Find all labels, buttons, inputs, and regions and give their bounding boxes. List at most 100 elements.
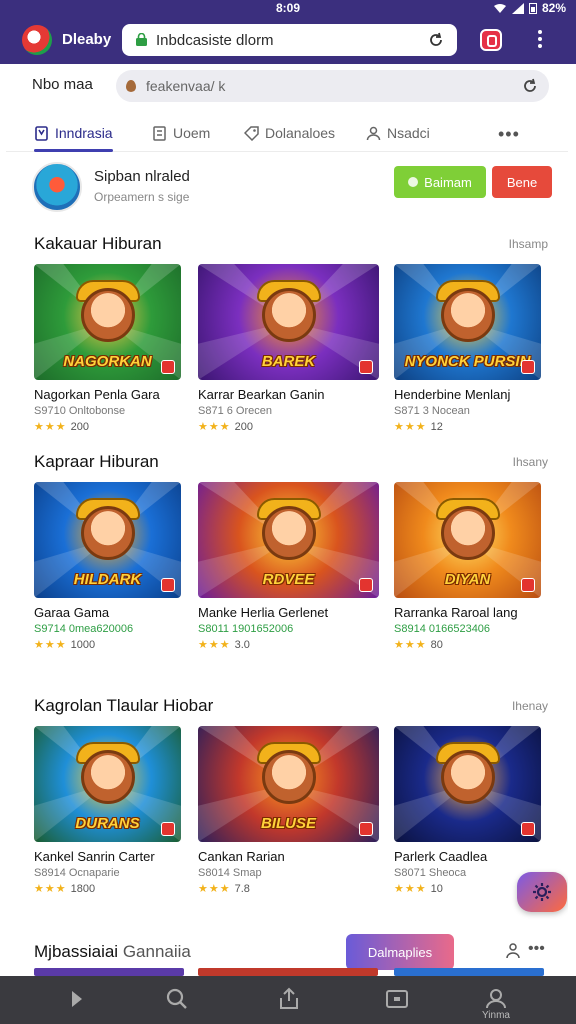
search-box[interactable]	[116, 70, 549, 102]
badge-icon	[161, 578, 175, 592]
primary-button[interactable]: Baimam	[394, 166, 486, 198]
tab-uoem[interactable]: Uoem	[152, 120, 210, 146]
refresh-icon[interactable]	[521, 77, 539, 95]
more-tabs-icon[interactable]: •••	[498, 124, 520, 145]
game-meta: S8914 0166523406	[394, 623, 491, 635]
gear-icon	[533, 883, 551, 901]
game-card[interactable]: BILUSE Cankan Rarian S8014 Smap ★★★ 7.8	[198, 726, 380, 895]
bottom-title-light: Gannaiia	[122, 942, 191, 961]
star-rating-icon: ★★★	[394, 421, 427, 433]
game-card[interactable]: RDVEE Manke Herlia Gerlenet S8011 19016520…	[198, 482, 380, 651]
address-url[interactable]: Inbdcasiste dlorm	[156, 32, 274, 49]
game-logo-text: DURANS	[75, 815, 140, 832]
game-title: Kankel Sanrin Carter	[34, 849, 155, 864]
game-thumbnail[interactable]	[394, 726, 541, 842]
bottom-navigation: Yinma	[0, 976, 576, 1024]
tabs-icon[interactable]	[384, 986, 410, 1012]
share-up-icon[interactable]	[276, 986, 302, 1012]
profile-label: Yinma	[482, 1010, 510, 1021]
browser-logo-icon[interactable]	[22, 25, 52, 55]
tab-label: Uoem	[173, 125, 211, 141]
status-icons: 82%	[493, 1, 566, 15]
person-icon	[366, 126, 381, 140]
game-thumbnail[interactable]: BILUSE	[198, 726, 379, 842]
web-page: Nbo maa Inndrasia Uoem Dolanaloes Nsadci…	[6, 64, 568, 976]
profile-icon[interactable]	[483, 986, 509, 1012]
browser-menu-icon[interactable]	[534, 28, 546, 52]
share-icon[interactable]	[504, 942, 522, 960]
lock-icon	[136, 33, 147, 46]
tab-nsadci[interactable]: Nsadci	[366, 120, 430, 146]
bookmark-icon	[35, 125, 48, 141]
game-thumbnail[interactable]: DURANS	[34, 726, 181, 842]
back-icon[interactable]	[64, 986, 90, 1012]
tab-label: Dolanaloes	[265, 125, 336, 141]
game-card[interactable]: Parlerk Caadlea S8071 Sheoca ★★★ 10	[394, 726, 546, 895]
card-row: NAGORKAN Nagorkan Penla Gara S9710 Onltobo…	[34, 264, 548, 450]
tabs-button[interactable]	[480, 29, 502, 51]
tab-dolanaloes[interactable]: Dolanaloes	[244, 120, 335, 146]
game-thumbnail[interactable]: BAREK	[198, 264, 379, 380]
game-card[interactable]: DIYAN Rarranka Raroal lang S8914 016652340…	[394, 482, 546, 651]
game-thumbnail[interactable]: NAGORKAN	[34, 264, 181, 380]
badge-icon	[359, 578, 373, 592]
avatar[interactable]	[32, 162, 82, 212]
search-icon[interactable]	[164, 986, 190, 1012]
rating-count: 80	[430, 639, 443, 651]
game-logo-text: HILDARK	[73, 571, 142, 588]
search-input[interactable]	[146, 76, 506, 96]
game-meta: S871 6 Orecen	[198, 405, 272, 417]
tab-label: Inndrasia	[55, 125, 113, 141]
game-thumbnail[interactable]: DIYAN	[394, 482, 541, 598]
wifi-icon	[493, 3, 506, 13]
game-card[interactable]: DURANS Kankel Sanrin Carter S8914 Ocnapari…	[34, 726, 186, 895]
document-icon	[153, 125, 166, 141]
section-title: Kakauar Hiburan	[34, 234, 162, 253]
category-tabs: Inndrasia Uoem Dolanaloes Nsadci •••	[6, 116, 568, 152]
profile-card: Sipban nlraled Orpeamern s sige Baimam B…	[32, 160, 552, 216]
game-meta: S8011 1901652006	[198, 623, 294, 635]
profile-name: Sipban nlraled	[94, 168, 190, 185]
bottom-section-title: Mjbassiaiai Gannaiia	[34, 942, 191, 962]
game-card[interactable]: HILDARK Garaa Gama S9714 0mea620006 ★★★ 1000	[34, 482, 186, 651]
secondary-button[interactable]: Bene	[492, 166, 552, 198]
game-rating: ★★★ 1800	[34, 882, 186, 895]
browser-toolbar: Dleaby Inbdcasiste dlorm	[0, 16, 576, 64]
game-thumbnail[interactable]: HILDARK	[34, 482, 181, 598]
game-logo-text: DIYAN	[444, 571, 491, 588]
reload-icon[interactable]	[427, 31, 445, 49]
game-card[interactable]: BAREK Karrar Bearkan Ganin S871 6 Orecen ★★…	[198, 264, 380, 433]
game-card[interactable]: NYONCK PURSIN Henderbine Menlanj S871 3 No…	[394, 264, 546, 433]
game-title: Rarranka Raroal lang	[394, 605, 518, 620]
address-bar[interactable]: Inbdcasiste dlorm	[122, 24, 457, 56]
star-rating-icon: ★★★	[198, 421, 231, 433]
game-card[interactable]: NAGORKAN Nagorkan Penla Gara S9710 Onltobo…	[34, 264, 186, 433]
tab-inndrasia[interactable]: Inndrasia	[34, 120, 113, 152]
floating-action-button[interactable]	[517, 872, 567, 912]
section-more-link[interactable]: Ihsany	[513, 455, 548, 469]
game-character-graphic	[261, 750, 316, 804]
game-rating: ★★★ 7.8	[198, 882, 380, 895]
game-character-graphic	[440, 506, 495, 560]
section-more-link[interactable]: Ihsamp	[509, 237, 548, 251]
game-logo-text: NAGORKAN	[63, 353, 152, 370]
bottom-more-icon[interactable]: •••	[528, 940, 545, 958]
battery-icon	[528, 3, 537, 14]
star-rating-icon: ★★★	[198, 639, 231, 651]
game-section: Kakauar Hiburan Ihsamp NAGORKAN Nagorkan Pe…	[32, 234, 548, 454]
game-rating: ★★★ 200	[198, 420, 380, 433]
section-more-link[interactable]: Ihenay	[512, 699, 548, 713]
floating-pill-button[interactable]: Dalmaplies	[346, 934, 454, 970]
badge-icon	[359, 360, 373, 374]
game-character-graphic	[261, 288, 316, 342]
signal-icon	[511, 2, 524, 14]
badge-icon	[521, 360, 535, 374]
game-thumbnail[interactable]: RDVEE	[198, 482, 379, 598]
profile-subtitle: Orpeamern s sige	[94, 190, 190, 204]
game-thumbnail[interactable]: NYONCK PURSIN	[394, 264, 541, 380]
star-rating-icon: ★★★	[394, 883, 427, 895]
game-title: Karrar Bearkan Ganin	[198, 387, 325, 402]
site-title: Nbo maa	[32, 76, 93, 93]
circle-icon	[408, 177, 419, 187]
game-character-graphic	[80, 750, 135, 804]
